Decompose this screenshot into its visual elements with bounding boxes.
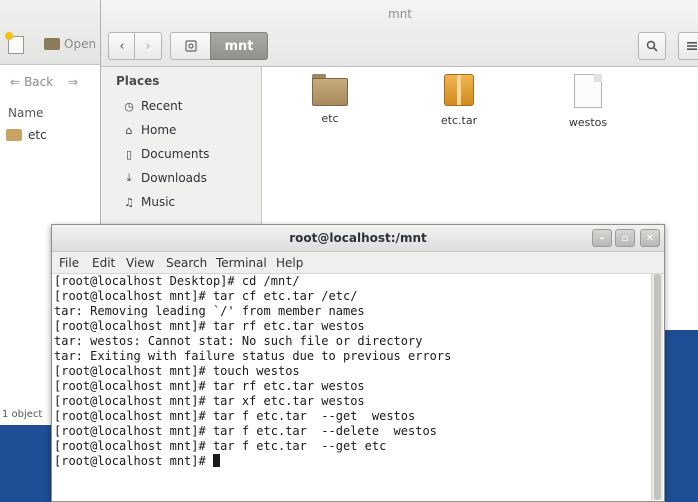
sidebar-item-label: Documents [141,147,210,161]
terminal-line: [root@localhost mnt]# tar f etc.tar --ge… [54,439,387,453]
forward-arrow-icon: ⇒ [68,75,79,89]
sidebar-item-documents[interactable]: ▯ Documents [123,147,209,161]
status-text: 1 object [2,409,43,420]
terminal-prompt: [root@localhost mnt]# [54,454,213,468]
close-icon: ✕ [645,232,655,244]
terminal-window[interactable]: root@localhost:/mnt – ▫ ✕ File Edit View… [51,224,665,502]
menu-view[interactable]: View [126,256,154,270]
search-icon [646,40,658,52]
path-current-button[interactable]: mnt [210,32,268,60]
terminal-menubar: File Edit View Search Terminal Help [52,252,664,274]
back-button[interactable]: ⇐ Back [10,75,53,89]
terminal-line: [root@localhost mnt]# touch westos [54,364,300,378]
nav-forward-button[interactable]: › [134,32,162,60]
terminal-line: [root@localhost mnt]# tar f etc.tar --de… [54,424,437,438]
scrollbar-thumb[interactable] [654,274,661,500]
open-folder-icon [44,38,60,50]
path-root-button[interactable] [170,32,212,60]
minimize-icon: – [599,232,605,244]
menu-edit[interactable]: Edit [92,256,115,270]
text-file-icon [574,74,602,108]
back-arrow-icon: ⇐ [10,75,21,89]
hamburger-menu-icon [687,42,697,50]
search-button[interactable] [638,32,666,60]
window-title: mnt [388,7,412,21]
terminal-line: [root@localhost mnt]# tar rf etc.tar wes… [54,319,365,333]
terminal-title: root@localhost:/mnt [289,231,427,245]
music-icon: ♫ [124,195,134,209]
document-icon: ▯ [125,147,133,161]
file-item-etc-tar[interactable]: etc.tar [414,74,504,127]
sidebar-item-label: Home [141,123,177,137]
terminal-line: [root@localhost mnt]# tar rf etc.tar wes… [54,379,365,393]
download-icon: ⤓ [126,171,132,184]
list-item-label: etc [28,128,47,142]
sidebar-item-label: Downloads [141,171,207,185]
file-manager-header: mnt ‹ › mnt [101,0,698,67]
terminal-scrollbar[interactable] [651,274,663,500]
sidebar-item-label: Music [141,195,176,209]
sidebar-item-music[interactable]: ♫ Music [123,195,175,209]
folder-icon [6,129,22,141]
terminal-line: tar: Removing leading `/' from member na… [54,304,365,318]
terminal-line: [root@localhost Desktop]# cd /mnt/ [54,274,300,288]
background-toolbar: Open [0,0,115,65]
clock-icon: ◷ [124,99,134,113]
terminal-prompt-line[interactable]: [root@localhost mnt]# [54,454,650,469]
sidebar-item-recent[interactable]: ◷ Recent [123,99,182,113]
chevron-right-icon: › [145,38,151,54]
home-icon: ⌂ [125,123,133,137]
file-item-westos[interactable]: westos [543,74,633,129]
places-heading: Places [116,74,160,88]
file-name: westos [568,116,608,129]
close-button[interactable]: ✕ [640,229,660,247]
file-name: etc.tar [440,114,478,127]
terminal-titlebar[interactable]: root@localhost:/mnt – ▫ ✕ [52,225,664,252]
new-document-button[interactable] [5,32,24,54]
package-icon [444,74,474,106]
nav-back-button[interactable]: ‹ [108,32,136,60]
sidebar-item-home[interactable]: ⌂ Home [123,123,177,137]
terminal-line: tar: westos: Cannot stat: No such file o… [54,334,423,348]
new-document-icon [5,32,24,54]
folder-icon [312,74,348,106]
forward-button[interactable]: ⇒ [68,75,78,89]
sidebar-item-label: Recent [141,99,183,113]
terminal-output[interactable]: [root@localhost Desktop]# cd /mnt/[root@… [54,274,650,500]
menu-button[interactable] [678,32,698,60]
open-button-label: Open [64,37,97,51]
terminal-line: [root@localhost mnt]# tar cf etc.tar /et… [54,289,358,303]
menu-terminal[interactable]: Terminal [216,256,267,270]
drive-icon [185,40,197,52]
menu-search[interactable]: Search [166,256,207,270]
column-header-name[interactable]: Name [8,106,43,120]
chevron-left-icon: ‹ [119,38,125,54]
open-button[interactable]: Open [44,37,96,51]
sidebar-item-downloads[interactable]: ⤓ Downloads [123,171,207,185]
terminal-line: tar: Exiting with failure status due to … [54,349,452,363]
minimize-button[interactable]: – [592,229,612,247]
file-name: etc [321,112,339,125]
maximize-icon: ▫ [621,232,629,244]
list-item[interactable]: etc [6,128,47,142]
path-current-label: mnt [224,38,254,54]
menu-file[interactable]: File [59,256,79,270]
text-cursor [212,454,220,467]
terminal-line: [root@localhost mnt]# tar f etc.tar --ge… [54,409,416,423]
terminal-line: [root@localhost mnt]# tar xf etc.tar wes… [54,394,365,408]
back-button-label: Back [24,75,54,89]
menu-help[interactable]: Help [276,256,303,270]
maximize-button[interactable]: ▫ [615,229,635,247]
file-item-etc[interactable]: etc [285,74,375,125]
